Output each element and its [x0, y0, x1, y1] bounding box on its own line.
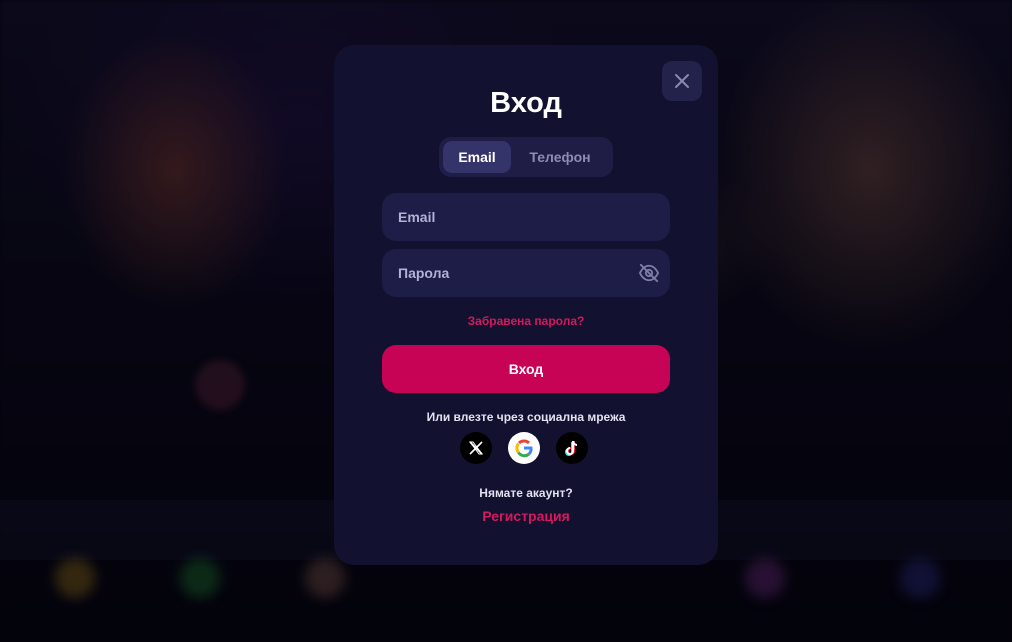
- tab-phone[interactable]: Телефон: [511, 141, 609, 173]
- modal-title: Вход: [490, 87, 562, 119]
- login-modal: Вход Email Телефон Забравена парола? Вхо…: [334, 45, 718, 565]
- register-link[interactable]: Регистрация: [334, 508, 718, 524]
- login-button[interactable]: Вход: [382, 345, 670, 393]
- tiktok-icon: [565, 440, 578, 456]
- social-login-text: Или влезте чрез социална мрежа: [426, 410, 626, 424]
- forgot-password-link[interactable]: Забравена парола?: [334, 314, 718, 328]
- login-method-tabs: Email Телефон: [439, 137, 613, 177]
- password-field-wrapper: [382, 249, 670, 297]
- eye-off-icon[interactable]: [638, 263, 660, 283]
- social-google-button[interactable]: [508, 432, 540, 464]
- social-login-buttons: [460, 432, 588, 464]
- social-tiktok-button[interactable]: [556, 432, 588, 464]
- password-field[interactable]: [398, 265, 654, 281]
- email-field-wrapper: [382, 193, 670, 241]
- google-icon: [515, 439, 533, 458]
- x-icon: [469, 441, 483, 455]
- social-x-button[interactable]: [460, 432, 492, 464]
- no-account-text: Нямате акаунт?: [479, 486, 573, 500]
- tab-email[interactable]: Email: [443, 141, 511, 173]
- email-field[interactable]: [398, 209, 654, 225]
